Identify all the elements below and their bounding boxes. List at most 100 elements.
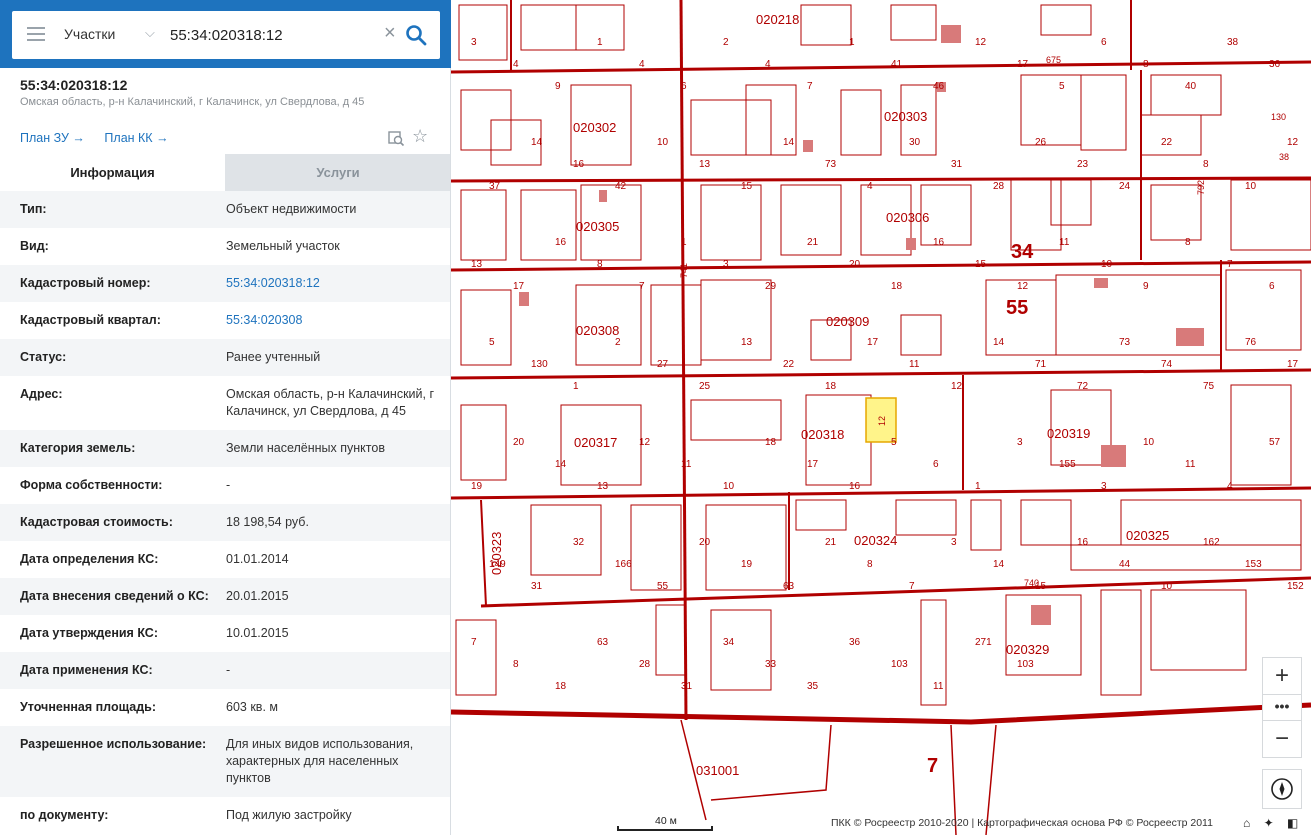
- property-row: Форма собственности: -: [0, 467, 450, 504]
- parcel-label: 32: [573, 537, 585, 548]
- property-key: Форма собственности:: [20, 478, 163, 492]
- parcel-label: 28: [993, 181, 1005, 192]
- parcel-label: 44: [1119, 559, 1131, 570]
- parcel-label: 103: [891, 659, 908, 670]
- parcel-label: 1: [849, 37, 855, 48]
- parcel-label: 22: [783, 359, 795, 370]
- parcel-label: 162: [1203, 537, 1220, 548]
- parcel-label: 7: [471, 637, 477, 648]
- compass-button[interactable]: [1262, 769, 1302, 809]
- quarter-label: 020318: [801, 427, 844, 442]
- home-icon[interactable]: ⌂: [1243, 816, 1250, 830]
- locate-on-map-icon[interactable]: [387, 129, 405, 147]
- parcel-label: 36: [1269, 59, 1281, 70]
- parcel-label: 75: [1203, 381, 1215, 392]
- parcel-label: 35: [807, 681, 819, 692]
- property-row: Статус: Ранее учтенный: [0, 339, 450, 376]
- property-value[interactable]: 55:34:020308: [226, 312, 436, 329]
- property-value: Объект недвижимости: [226, 202, 357, 216]
- parcel-label: 18: [555, 681, 567, 692]
- tabs: Информация Услуги: [0, 154, 450, 191]
- parcel-label: 34: [723, 637, 735, 648]
- favorite-star-icon[interactable]: ☆: [412, 127, 428, 145]
- location-icon[interactable]: ✦: [1264, 816, 1274, 830]
- quarter-label: 020319: [1047, 426, 1090, 441]
- cadastral-map[interactable]: 12 020218 020303 020302 020305 020306 020308 0…: [451, 0, 1311, 835]
- street-label: 38: [1279, 152, 1289, 162]
- parcel-label: 152: [1287, 581, 1304, 592]
- parcel-label: 18: [825, 381, 837, 392]
- property-row: Кадастровый номер: 55:34:020318:12: [0, 265, 450, 302]
- search-input[interactable]: [170, 23, 375, 47]
- parcel-label: 6: [933, 459, 939, 470]
- parcel-label: 18: [891, 281, 903, 292]
- parcel-label: 31: [951, 159, 963, 170]
- parcel-label: 31: [681, 681, 693, 692]
- property-key: Разрешенное использование:: [20, 737, 207, 751]
- parcel-label: 19: [471, 481, 483, 492]
- parcel-label: 11: [681, 459, 692, 470]
- property-row: Категория земель: Земли населённых пункто…: [0, 430, 450, 467]
- parcel-label: 1: [597, 37, 603, 48]
- parcel-label: 16: [555, 237, 567, 248]
- info-panel: 55:34:020318:12 Омская область, р-н Кала…: [0, 0, 451, 835]
- district-label: 34: [1011, 241, 1034, 263]
- more-tools-button[interactable]: •••: [1262, 694, 1302, 721]
- map-canvas[interactable]: 12 0202180203030203020203050203060203080…: [451, 0, 1311, 835]
- parcel-label: 149: [489, 559, 506, 570]
- parcel-label: 21: [807, 237, 819, 248]
- property-key: Кадастровая стоимость:: [20, 515, 173, 529]
- parcel-label: 11: [1185, 459, 1196, 470]
- parcel-label: 14: [993, 337, 1005, 348]
- parcel-label: 4: [867, 181, 873, 192]
- property-value: 10.01.2015: [226, 626, 289, 640]
- parcel-label: 12: [951, 381, 963, 392]
- parcel-label: 14: [555, 459, 567, 470]
- parcel-label: 8: [867, 559, 873, 570]
- property-key: Адрес:: [20, 387, 63, 401]
- plan-kk-link[interactable]: План КК →: [104, 131, 168, 145]
- parcel-label: 12: [1017, 281, 1029, 292]
- parcel-label: 12: [1287, 137, 1299, 148]
- parcel-label: 8: [1203, 159, 1209, 170]
- fullscreen-icon[interactable]: ◧: [1287, 816, 1298, 830]
- chevron-down-icon[interactable]: ⌵: [145, 25, 155, 41]
- property-key: Дата утверждения КС:: [20, 626, 158, 640]
- quarter-label: 020325: [1126, 528, 1169, 543]
- parcel-label: 63: [597, 637, 609, 648]
- parcel-label: 7: [1227, 259, 1233, 270]
- parcel-label: 155: [1059, 459, 1076, 470]
- parcel-label: 6: [681, 81, 687, 92]
- parcel-label: 14: [783, 137, 795, 148]
- quarter-label: 020329: [1006, 642, 1049, 657]
- zoom-out-button[interactable]: −: [1262, 720, 1302, 758]
- quarter-label: 031001: [696, 763, 739, 778]
- parcel-label: 8: [597, 259, 603, 270]
- tab-services[interactable]: Услуги: [225, 154, 450, 191]
- tab-information[interactable]: Информация: [0, 154, 225, 191]
- property-row: Дата внесения сведений о КС: 20.01.2015: [0, 578, 450, 615]
- parcel-label: 153: [1245, 559, 1262, 570]
- plan-zu-link[interactable]: План ЗУ →: [20, 131, 85, 145]
- search-icon[interactable]: [404, 23, 428, 47]
- property-value: Ранее учтенный: [226, 350, 321, 364]
- parcel-label: 4: [1227, 481, 1233, 492]
- property-value: Для иных видов использования, характерны…: [226, 737, 414, 785]
- parcel-label: 18: [765, 437, 777, 448]
- property-key: по документу:: [20, 808, 109, 822]
- property-key: Вид:: [20, 239, 49, 253]
- property-value: Под жилую застройку: [226, 808, 352, 822]
- parcel-label: 31: [531, 581, 543, 592]
- zoom-in-button[interactable]: +: [1262, 657, 1302, 695]
- parcel-label: 10: [1245, 181, 1257, 192]
- parcel-label: 74: [1161, 359, 1173, 370]
- parcel-label: 30: [909, 137, 921, 148]
- menu-icon[interactable]: [27, 27, 45, 41]
- layer-select[interactable]: Участки: [64, 26, 115, 42]
- parcel-label: 9: [555, 81, 561, 92]
- parcel-label: 14: [531, 137, 543, 148]
- quarter-label: 020317: [574, 435, 617, 450]
- parcel-label: 17: [1287, 359, 1299, 370]
- clear-icon[interactable]: ×: [384, 23, 396, 43]
- property-value[interactable]: 55:34:020318:12: [226, 275, 436, 292]
